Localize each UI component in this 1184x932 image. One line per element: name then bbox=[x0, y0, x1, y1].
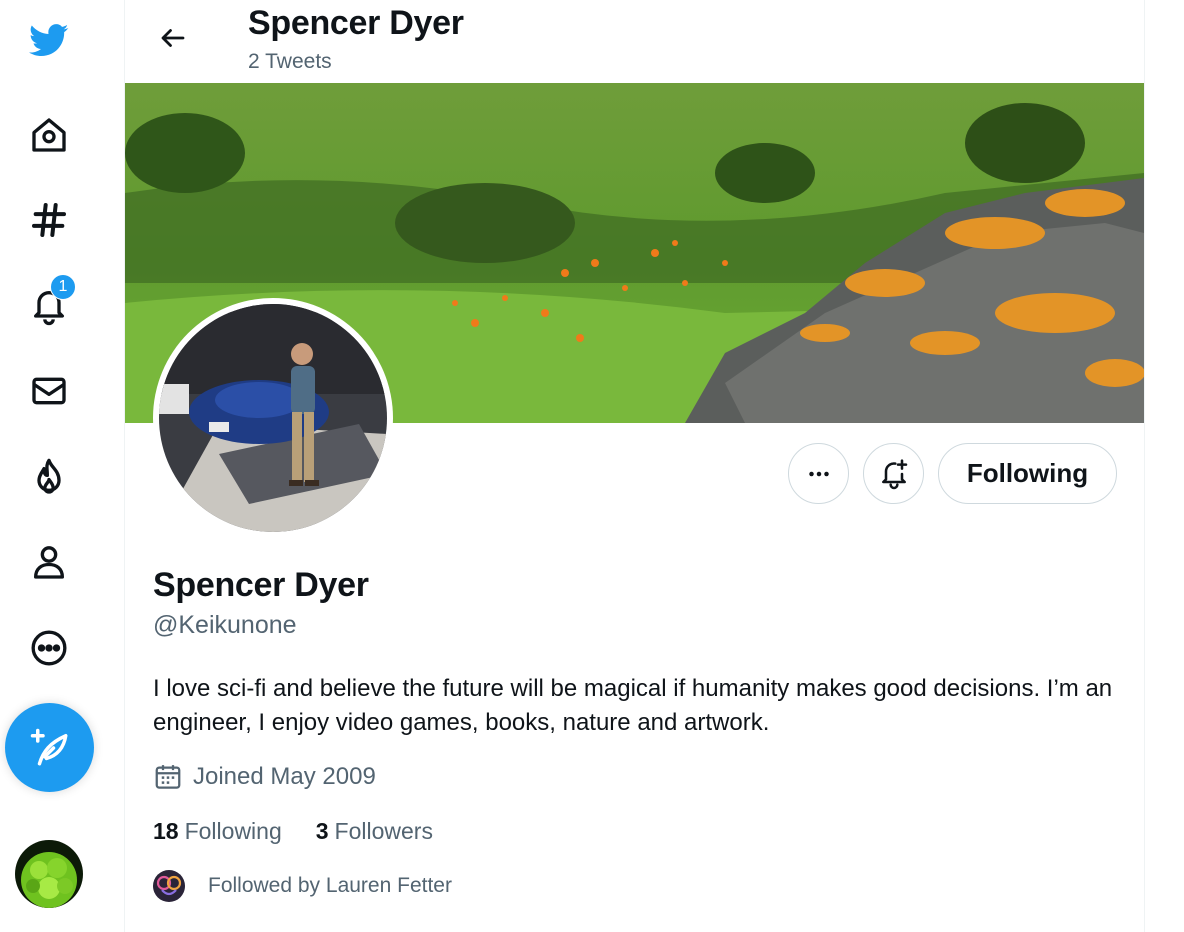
account-avatar[interactable] bbox=[15, 840, 83, 908]
profile-handle: @Keikunone bbox=[153, 611, 297, 639]
profile-display-name: Spencer Dyer bbox=[153, 566, 369, 604]
bell-plus-icon bbox=[881, 458, 907, 489]
joined-text: Joined May 2009 bbox=[193, 763, 376, 790]
following-label: Following bbox=[184, 818, 282, 844]
calendar-icon bbox=[155, 765, 181, 789]
follow-stats: 18 Following 3 Followers bbox=[153, 818, 467, 845]
flame-icon[interactable] bbox=[25, 453, 73, 501]
mail-icon[interactable] bbox=[25, 367, 73, 415]
profile-column: Spencer Dyer 2 Tweets Following Spencer … bbox=[124, 0, 1145, 932]
followers-stat[interactable]: 3 Followers bbox=[316, 818, 433, 845]
twitter-logo-icon[interactable] bbox=[25, 16, 73, 64]
following-count: 18 bbox=[153, 818, 179, 844]
followers-label: Followers bbox=[334, 818, 433, 844]
person-icon[interactable] bbox=[25, 538, 73, 586]
more-horizontal-icon bbox=[808, 471, 829, 476]
follower-avatar bbox=[153, 870, 185, 902]
more-options-button[interactable] bbox=[788, 443, 849, 504]
arrow-left-icon bbox=[161, 29, 185, 47]
notify-button[interactable] bbox=[863, 443, 924, 504]
more-circle-icon[interactable] bbox=[25, 624, 73, 672]
profile-bio: I love sci-fi and believe the future wil… bbox=[153, 675, 1113, 736]
hashtag-icon[interactable] bbox=[25, 196, 73, 244]
followed-by-link[interactable]: Followed by Lauren Fetter bbox=[153, 870, 452, 902]
tweet-count: 2 Tweets bbox=[248, 50, 332, 73]
followed-by-text: Followed by Lauren Fetter bbox=[208, 874, 452, 897]
home-icon[interactable] bbox=[25, 111, 73, 159]
back-button[interactable] bbox=[151, 16, 195, 60]
sidebar-nav: 1 bbox=[0, 0, 124, 932]
feather-plus-icon bbox=[30, 728, 67, 765]
notification-badge: 1 bbox=[50, 274, 76, 300]
following-button[interactable]: Following bbox=[938, 443, 1117, 504]
header-title: Spencer Dyer bbox=[248, 4, 464, 42]
joined-date: Joined May 2009 bbox=[153, 762, 376, 792]
compose-tweet-button[interactable] bbox=[5, 703, 94, 792]
profile-avatar[interactable] bbox=[153, 298, 393, 538]
following-stat[interactable]: 18 Following bbox=[153, 818, 282, 845]
followers-count: 3 bbox=[315, 818, 329, 844]
